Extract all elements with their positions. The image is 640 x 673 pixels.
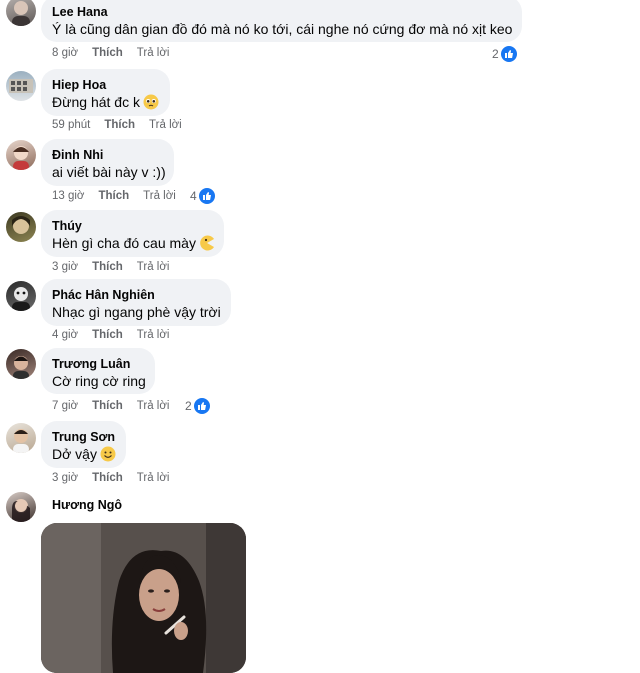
comment-text: ai viết bài này v :)) <box>52 164 166 180</box>
reaction-number: 2 <box>185 399 192 413</box>
avatar[interactable] <box>6 349 36 379</box>
commenter-name[interactable]: Hiep Hoa <box>52 77 158 93</box>
commenter-name[interactable]: Lee Hana <box>52 4 510 20</box>
avatar[interactable] <box>6 0 36 26</box>
like-reaction-icon <box>198 188 215 204</box>
comment-actions: 3 giờ Thích Trả lời <box>52 472 183 484</box>
comment-time[interactable]: 3 giờ <box>52 472 78 484</box>
smile-face-icon <box>100 446 116 467</box>
comment-text: Nhạc gì ngang phè vậy trời <box>52 304 221 320</box>
avatar-image <box>13 429 29 453</box>
reply-action[interactable]: Trả lời <box>137 47 170 59</box>
avatar[interactable] <box>6 423 36 453</box>
commenter-name[interactable]: Hương Ngô <box>52 498 122 512</box>
like-action[interactable]: Thích <box>92 472 123 484</box>
pleading-face-icon <box>143 94 159 115</box>
avatar[interactable] <box>6 281 36 311</box>
reply-action[interactable]: Trả lời <box>143 190 176 202</box>
comment-actions: 7 giờ Thích Trả lời <box>52 400 183 412</box>
comment-actions: 59 phút Thích Trả lời <box>52 119 196 131</box>
like-action[interactable]: Thích <box>92 400 123 412</box>
like-reaction-icon <box>500 46 517 62</box>
like-action[interactable]: Thích <box>92 47 123 59</box>
comment-bubble: Thúy Hèn gì cha đó cau mày <box>41 210 224 257</box>
like-action[interactable]: Thích <box>98 190 129 202</box>
avatar[interactable] <box>6 492 36 522</box>
commenter-name[interactable]: Trung Sơn <box>52 429 115 445</box>
comment-text: Cờ ring cờ ring <box>52 373 146 389</box>
comment-text-content: Hèn gì cha đó cau mày <box>52 235 196 251</box>
comment-bubble: Phác Hân Nghiên Nhạc gì ngang phè vậy tr… <box>41 279 231 326</box>
reply-action[interactable]: Trả lời <box>137 329 170 341</box>
comment-time[interactable]: 13 giờ <box>52 190 84 202</box>
comment-time[interactable]: 7 giờ <box>52 400 78 412</box>
reaction-number: 2 <box>492 47 499 61</box>
reaction-count[interactable]: 2 <box>185 398 210 414</box>
reply-action[interactable]: Trả lời <box>137 400 170 412</box>
comment-actions: 13 giờ Thích Trả lời <box>52 190 190 202</box>
comment-actions: 3 giờ Thích Trả lời <box>52 261 183 273</box>
avatar-image <box>12 216 30 234</box>
commenter-name[interactable]: Trương Luân <box>52 356 143 372</box>
comment-text-content: Đừng hát đc k <box>52 94 140 110</box>
comment-time[interactable]: 8 giờ <box>52 47 78 59</box>
comment-bubble: Trung Sơn Dở vậy <box>41 421 126 468</box>
avatar[interactable] <box>6 140 36 170</box>
comment-bubble: Trương Luân Cờ ring cờ ring <box>41 348 155 394</box>
avatar-image <box>12 499 30 522</box>
comment-photo-image <box>41 523 246 673</box>
comment-time[interactable]: 3 giờ <box>52 261 78 273</box>
comment-text: Ý là cũng dân gian đồ đó mà nó ko tới, c… <box>52 21 513 37</box>
reaction-count[interactable]: 4 <box>190 188 215 204</box>
like-reaction-icon <box>193 398 210 414</box>
avatar[interactable] <box>6 71 36 101</box>
avatar[interactable] <box>6 212 36 242</box>
comment-time[interactable]: 4 giờ <box>52 329 78 341</box>
comment-text-content: Dở vậy <box>52 446 97 462</box>
like-action[interactable]: Thích <box>92 261 123 273</box>
avatar-image <box>9 79 33 93</box>
reaction-number: 4 <box>190 189 197 203</box>
avatar-image <box>13 356 29 379</box>
reply-action[interactable]: Trả lời <box>149 119 182 131</box>
comment-actions: 4 giờ Thích Trả lời <box>52 329 183 341</box>
comment-bubble: Đinh Nhi ai viết bài này v :)) <box>41 139 174 186</box>
commenter-name[interactable]: Phác Hân Nghiên <box>52 287 219 303</box>
like-action[interactable]: Thích <box>104 119 135 131</box>
comment-bubble: Hiep Hoa Đừng hát đc k <box>41 69 170 116</box>
avatar-image <box>12 1 30 26</box>
comment-text: Dở vậy <box>52 445 116 467</box>
pacman-face-icon <box>199 235 215 256</box>
comment-text: Đừng hát đc k <box>52 93 159 115</box>
reply-action[interactable]: Trả lời <box>137 472 170 484</box>
comment-photo[interactable] <box>41 523 246 673</box>
commenter-name[interactable]: Thúy <box>52 218 212 234</box>
commenter-name[interactable]: Đinh Nhi <box>52 147 162 163</box>
comment-bubble: Lee Hana Ý là cũng dân gian đồ đó mà nó … <box>41 0 522 42</box>
reaction-count[interactable]: 2 <box>492 46 517 62</box>
comment-time[interactable]: 59 phút <box>52 119 90 131</box>
comment-actions: 8 giờ Thích Trả lời <box>52 47 183 59</box>
avatar-image <box>12 287 30 311</box>
reply-action[interactable]: Trả lời <box>137 261 170 273</box>
avatar-image <box>13 146 29 170</box>
comment-text: Hèn gì cha đó cau mày <box>52 234 215 256</box>
like-action[interactable]: Thích <box>92 329 123 341</box>
